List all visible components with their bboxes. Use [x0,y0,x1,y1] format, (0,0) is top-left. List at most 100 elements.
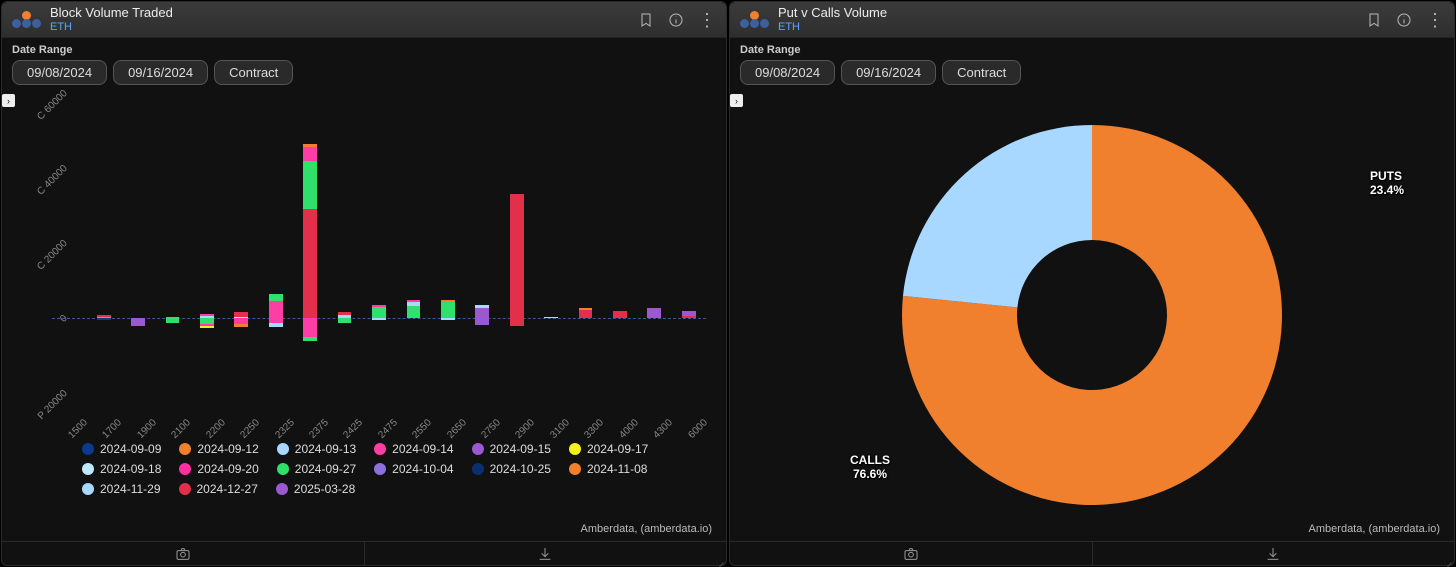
legend-swatch [277,463,289,475]
date-from-input[interactable]: 09/08/2024 [740,60,835,85]
calls-label-pct: 76.6% [850,467,890,481]
donut-slice[interactable] [903,125,1092,307]
x-tick-label: 2100 [165,413,197,445]
legend-label: 2024-10-04 [392,462,453,476]
legend-swatch [82,463,94,475]
controls-row: Date Range 09/08/2024 09/16/2024 Contrac… [730,38,1454,89]
panel-subtitle: ETH [778,21,887,33]
bar-column[interactable] [534,93,568,393]
legend-label: 2024-09-09 [100,442,161,456]
bar-column[interactable] [637,93,671,393]
bookmark-icon[interactable] [1366,12,1382,28]
legend-swatch [374,463,386,475]
download-button[interactable] [1093,542,1455,565]
x-tick-label: 1500 [62,413,94,445]
bookmark-icon[interactable] [638,12,654,28]
bar-column[interactable] [672,93,706,393]
panel-title: Block Volume Traded [50,6,173,20]
bar-column[interactable] [52,93,86,393]
legend-item[interactable]: 2025-03-28 [276,482,355,496]
bar-column[interactable] [155,93,189,393]
download-button[interactable] [365,542,727,565]
x-tick-label: 4000 [613,413,645,445]
bar-chart: P 200000C 20000C 40000C 60000 1500170019… [2,89,726,541]
x-tick-label: 2900 [510,413,542,445]
x-tick-label: 1900 [131,413,163,445]
bar-column[interactable] [465,93,499,393]
x-tick-label: 2375 [303,413,335,445]
legend-label: 2024-09-18 [100,462,161,476]
x-tick-label: 2250 [234,413,266,445]
legend-label: 2024-11-08 [587,462,648,476]
legend-label: 2024-09-20 [197,462,258,476]
resize-handle[interactable] [1442,553,1452,563]
put-call-panel: Put v Calls Volume ETH ⋮ Date Range 09/0… [729,1,1455,566]
resize-handle[interactable] [714,553,724,563]
info-icon[interactable] [668,12,684,28]
bar-column[interactable] [121,93,155,393]
legend-item[interactable]: 2024-09-18 [82,462,161,476]
bar-column[interactable] [259,93,293,393]
bar-column[interactable] [362,93,396,393]
block-volume-panel: Block Volume Traded ETH ⋮ Date Range 09/… [1,1,727,566]
date-to-input[interactable]: 09/16/2024 [113,60,208,85]
legend-item[interactable]: 2024-09-17 [569,442,648,456]
contract-button[interactable]: Contract [942,60,1021,85]
bar-column[interactable] [86,93,120,393]
bar-column[interactable] [603,93,637,393]
bar-column[interactable] [190,93,224,393]
legend-item[interactable]: 2024-11-29 [82,482,161,496]
bar-column[interactable] [568,93,602,393]
bar-column[interactable] [224,93,258,393]
contract-button[interactable]: Contract [214,60,293,85]
x-tick-label: 2550 [406,413,438,445]
bar-column[interactable] [293,93,327,393]
attribution-text: Amberdata, (amberdata.io) [581,523,712,535]
x-tick-label: 1700 [97,413,129,445]
legend-swatch [179,463,191,475]
legend-label: 2024-11-29 [100,482,161,496]
legend-swatch [569,463,581,475]
legend-label: 2024-09-14 [392,442,453,456]
puts-label-pct: 23.4% [1370,183,1404,197]
date-to-input[interactable]: 09/16/2024 [841,60,936,85]
camera-button[interactable] [730,542,1093,565]
panel-header: Block Volume Traded ETH ⋮ [2,2,726,38]
legend-item[interactable]: 2024-11-08 [569,462,648,476]
bar-column[interactable] [431,93,465,393]
x-tick-label: 6000 [682,413,714,445]
attribution-text: Amberdata, (amberdata.io) [1309,523,1440,535]
legend-label: 2024-10-25 [490,462,551,476]
y-tick-label: P 20000 [27,388,70,431]
legend-swatch [82,483,94,495]
legend-item[interactable]: 2024-09-09 [82,442,161,456]
legend-swatch [569,443,581,455]
legend-item[interactable]: 2024-09-20 [179,462,258,476]
bar-column[interactable] [396,93,430,393]
legend-item[interactable]: 2024-09-27 [277,462,356,476]
x-tick-label: 3300 [578,413,610,445]
panel-subtitle: ETH [50,21,173,33]
legend-item[interactable]: 2024-09-12 [179,442,258,456]
puts-label-name: PUTS [1370,169,1404,183]
legend-swatch [472,463,484,475]
donut-chart: PUTS 23.4% CALLS 76.6% [730,89,1454,541]
bar-column[interactable] [327,93,361,393]
amberdata-logo [12,11,42,29]
legend-item[interactable]: 2024-12-27 [179,482,258,496]
panel-footer [730,541,1454,565]
camera-button[interactable] [2,542,365,565]
panel-footer [2,541,726,565]
date-from-input[interactable]: 09/08/2024 [12,60,107,85]
legend-item[interactable]: 2024-10-04 [374,462,453,476]
legend-swatch [277,443,289,455]
bar-column[interactable] [499,93,533,393]
date-range-label: Date Range [12,44,716,56]
legend-label: 2024-09-13 [295,442,356,456]
info-icon[interactable] [1396,12,1412,28]
x-tick-label: 3100 [544,413,576,445]
controls-row: Date Range 09/08/2024 09/16/2024 Contrac… [2,38,726,89]
date-range-label: Date Range [740,44,1444,56]
x-tick-label: 2475 [372,413,404,445]
legend-item[interactable]: 2024-10-25 [472,462,551,476]
